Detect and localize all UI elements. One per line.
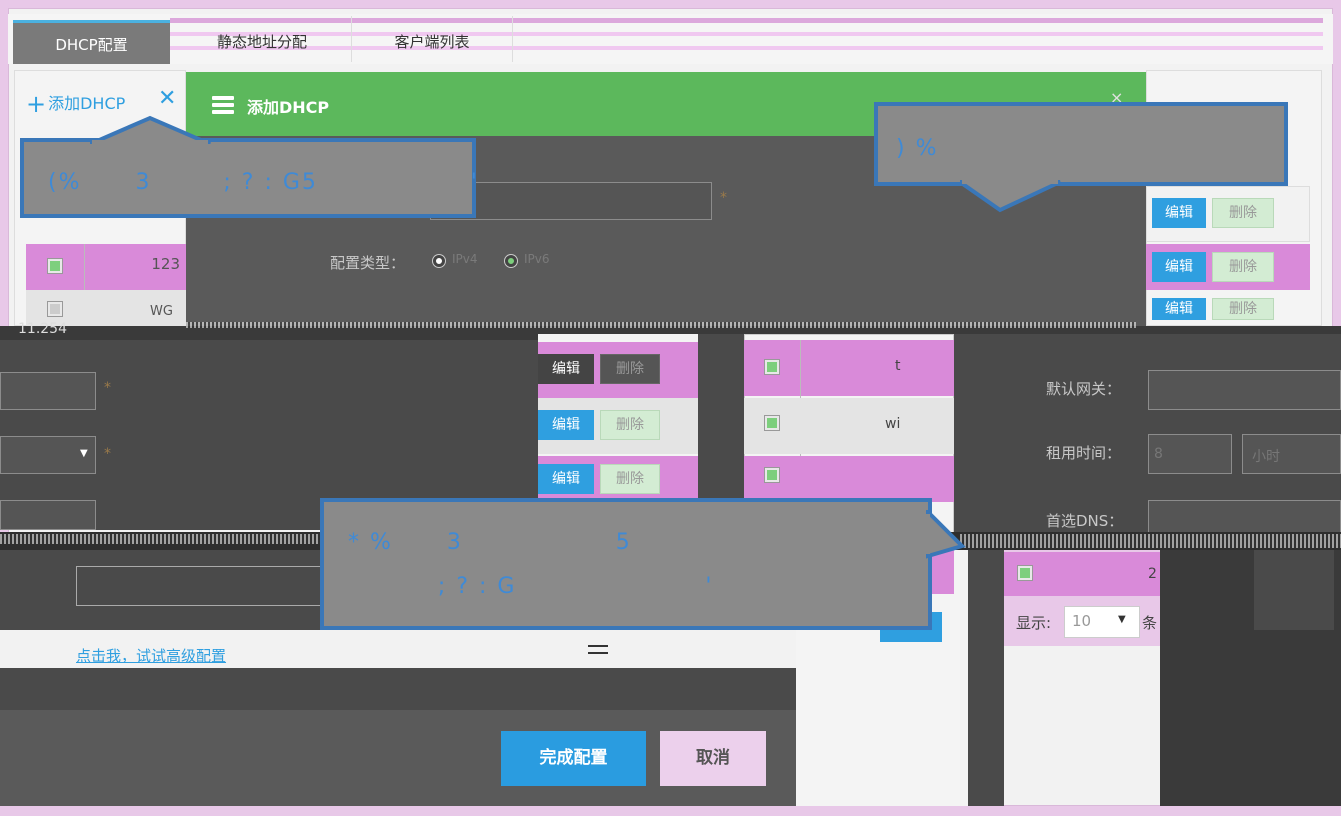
row-checkbox[interactable] <box>48 259 62 273</box>
row-checkbox[interactable] <box>48 302 62 316</box>
tab-client-list[interactable]: 客户端列表 <box>352 20 512 64</box>
required-mark: * <box>720 190 727 206</box>
edit-button[interactable]: 编辑 <box>1152 252 1206 282</box>
row-value: wi <box>885 416 901 432</box>
menu-icon <box>212 96 234 114</box>
ipv6-radio[interactable] <box>505 255 517 267</box>
required-mark: * <box>104 446 111 462</box>
row-value: WG <box>150 304 173 319</box>
glitch-band <box>186 322 1136 328</box>
ip-input[interactable] <box>0 372 96 410</box>
edit-button[interactable]: 编辑 <box>538 354 594 384</box>
row-value: 2 <box>1148 566 1157 582</box>
done-button[interactable]: 完成配置 <box>501 731 646 786</box>
tooltip-text: (% 3 ; ? : G5 ' <box>48 170 479 195</box>
ipv4-label: IPv4 <box>452 252 478 266</box>
cancel-button[interactable]: 取消 <box>660 731 766 786</box>
chevron-down-icon: ▼ <box>80 448 88 459</box>
chevron-down-icon: ▼ <box>1118 614 1126 625</box>
lease-value: 8 <box>1154 446 1163 462</box>
ipv6-label: IPv6 <box>524 252 550 266</box>
divider-block <box>968 550 1004 806</box>
tab-dhcp-config[interactable]: DHCP配置 <box>13 20 170 64</box>
delete-button[interactable]: 删除 <box>600 410 660 440</box>
ipv4-radio[interactable] <box>433 255 445 267</box>
modal-title: 添加DHCP <box>247 98 330 117</box>
tab-divider <box>512 16 513 62</box>
row-checkbox[interactable] <box>765 360 779 374</box>
glitch-block <box>1254 550 1334 630</box>
mask-input[interactable] <box>0 500 96 530</box>
tooltip-text: ; ? : G ' <box>348 574 714 599</box>
delete-button[interactable]: 删除 <box>1212 298 1274 320</box>
menu-icon <box>588 652 608 654</box>
tooltip-callout: (% 3 ; ? : G5 ' <box>20 138 479 218</box>
glitch-band <box>0 534 320 544</box>
required-mark: * <box>104 380 111 396</box>
menu-icon <box>588 645 608 647</box>
edit-button[interactable]: 编辑 <box>1152 298 1206 320</box>
lease-label: 租用时间： <box>1046 444 1122 462</box>
row-checkbox[interactable] <box>1018 566 1032 580</box>
close-icon[interactable]: ✕ <box>158 86 176 111</box>
page-size-value: 10 <box>1072 612 1092 630</box>
row-checkbox[interactable] <box>765 468 779 482</box>
edit-button[interactable]: 编辑 <box>538 410 594 440</box>
delete-button[interactable]: 删除 <box>1212 252 1274 282</box>
advanced-config-link[interactable]: 点击我，试试高级配置 <box>76 645 226 666</box>
plus-icon: + <box>26 90 47 118</box>
edit-button[interactable]: 编辑 <box>538 464 594 494</box>
gateway-input[interactable] <box>1148 370 1341 410</box>
row-value: 123 <box>151 255 180 273</box>
callout-pointer <box>90 115 211 144</box>
dns-input[interactable] <box>1148 500 1341 534</box>
delete-button[interactable]: 删除 <box>1212 198 1274 228</box>
tooltip-callout: * % 3 5 ; ? : G ' <box>320 498 932 630</box>
row-value: t <box>895 358 901 374</box>
text-input[interactable] <box>76 566 326 606</box>
tab-static-address[interactable]: 静态地址分配 <box>172 20 352 64</box>
edit-button[interactable]: 编辑 <box>1152 198 1206 228</box>
add-dhcp-label: 添加DHCP <box>48 94 126 113</box>
callout-pointer <box>960 180 1061 213</box>
page-suffix: 条 <box>1142 614 1158 632</box>
gateway-label: 默认网关： <box>1046 380 1122 398</box>
glitch-band <box>960 534 1341 548</box>
lease-unit: 小时 <box>1252 449 1280 465</box>
tooltip-callout: ) % <box>874 102 1288 186</box>
ip-fragment: 11.254 <box>18 321 67 337</box>
delete-button[interactable]: 删除 <box>600 464 660 494</box>
show-label: 显示: <box>1016 614 1052 632</box>
row-checkbox[interactable] <box>765 416 779 430</box>
callout-pointer <box>926 510 966 559</box>
delete-button[interactable]: 删除 <box>600 354 660 384</box>
tooltip-text: ) % <box>896 136 939 161</box>
config-type-label: 配置类型： <box>330 254 406 272</box>
tooltip-text: * % 3 5 <box>348 530 632 555</box>
dns-label: 首选DNS： <box>1046 512 1124 530</box>
